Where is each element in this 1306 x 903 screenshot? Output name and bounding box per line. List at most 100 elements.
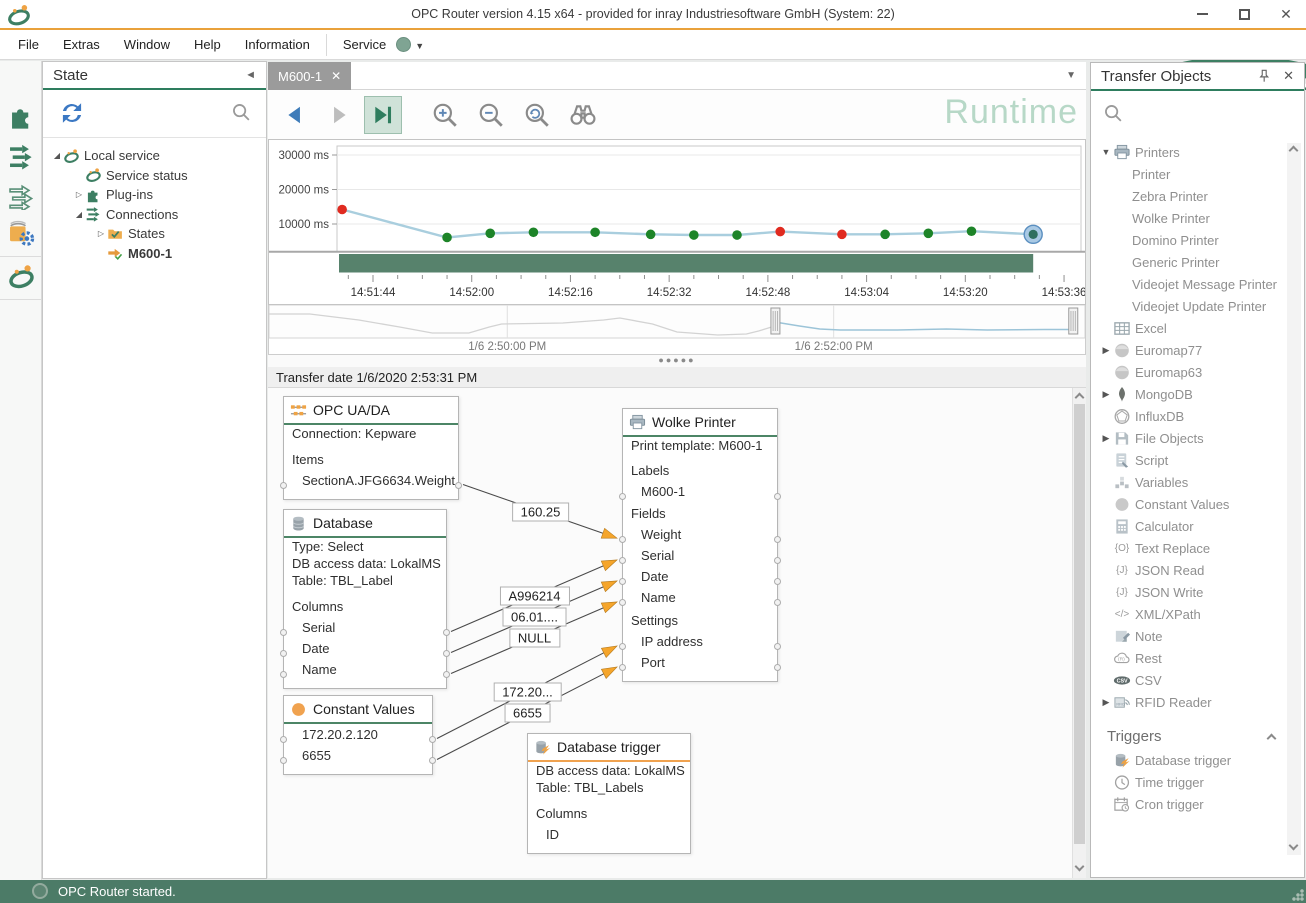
menu-item-extras[interactable]: Extras [51,30,112,60]
opc-router-logo-icon[interactable] [8,263,35,290]
transfer-object-cron-trigger[interactable]: Cron trigger [1091,793,1287,815]
output-port[interactable] [443,650,450,657]
menu-item-service[interactable]: Service▼ [331,30,436,60]
menu-item-window[interactable]: Window [112,30,182,60]
expander-icon[interactable]: ▶ [1099,697,1113,708]
flow-node-cv[interactable]: Constant Values172.20.2.1206655 [283,695,433,775]
panel-close-icon[interactable]: ✕ [1283,68,1294,84]
zoom-out-button[interactable] [472,96,510,134]
resize-grip[interactable] [1292,889,1304,901]
skip-to-latest-button[interactable] [364,96,402,134]
triggers-section-header[interactable]: Triggers [1091,713,1287,749]
input-port[interactable] [280,482,287,489]
transfer-object-wolke-printer[interactable]: Wolke Printer [1091,207,1287,229]
transfer-object-generic-printer[interactable]: Generic Printer [1091,251,1287,273]
input-port[interactable] [619,493,626,500]
transfer-object-influxdb[interactable]: InfluxDB [1091,405,1287,427]
input-port[interactable] [619,557,626,564]
menu-item-help[interactable]: Help [182,30,233,60]
search-icon[interactable] [231,102,252,123]
find-button[interactable] [564,96,602,134]
input-port[interactable] [619,599,626,606]
output-port[interactable] [774,643,781,650]
state-tree-item-local-service[interactable]: ◢Local service [43,146,266,166]
transfer-object-domino-printer[interactable]: Domino Printer [1091,229,1287,251]
output-port[interactable] [429,736,436,743]
refresh-icon[interactable] [59,100,85,126]
output-port[interactable] [774,599,781,606]
nav-back-button[interactable] [276,96,314,134]
input-port[interactable] [280,671,287,678]
output-port[interactable] [774,536,781,543]
flow-node-wolke[interactable]: Wolke PrinterPrint template: M600-1Label… [622,408,778,682]
transfer-object-script[interactable]: Script [1091,449,1287,471]
transfer-object-mongodb[interactable]: ▶MongoDB [1091,383,1287,405]
state-tree-item-m600-1[interactable]: M600-1 [43,244,266,264]
flow-node-db[interactable]: DatabaseType: SelectDB access data: Loka… [283,509,447,689]
output-port[interactable] [429,757,436,764]
panel-scrollbar[interactable] [1287,143,1301,855]
expander-icon[interactable]: ▶ [1099,345,1113,356]
service-dropdown-icon[interactable]: ▼ [415,41,424,51]
tab-list-dropdown-icon[interactable]: ▼ [1066,70,1076,81]
transfer-object-printer[interactable]: Printer [1091,163,1287,185]
transfer-object-euromap63[interactable]: Euromap63 [1091,361,1287,383]
splitter-handle[interactable]: ●●●●● [268,355,1086,367]
template-connections-icon[interactable] [8,183,35,210]
zoom-reset-button[interactable] [518,96,556,134]
transfer-object-json-write[interactable]: {J}JSON Write [1091,581,1287,603]
input-port[interactable] [619,536,626,543]
transfer-object-excel[interactable]: Excel [1091,317,1287,339]
expander-icon[interactable]: ▷ [95,229,107,238]
input-port[interactable] [619,578,626,585]
output-port[interactable] [774,578,781,585]
flow-node-opc[interactable]: OPC UA/DAConnection: KepwareItemsSection… [283,396,459,500]
output-port[interactable] [443,629,450,636]
transfer-object-text-replace[interactable]: {O}Text Replace [1091,537,1287,559]
tab-m600-1[interactable]: M600-1 ✕ [268,62,351,90]
zoom-in-button[interactable] [426,96,464,134]
input-port[interactable] [280,650,287,657]
transfer-object-calculator[interactable]: Calculator [1091,515,1287,537]
input-port[interactable] [280,757,287,764]
output-port[interactable] [774,664,781,671]
close-button[interactable]: ✕ [1272,2,1300,26]
menu-item-file[interactable]: File [6,30,51,60]
transfer-object-zebra-printer[interactable]: Zebra Printer [1091,185,1287,207]
transfer-object-database-trigger[interactable]: Database trigger [1091,749,1287,771]
timeline-overview[interactable]: 1/6 2:50:00 PM1/6 2:52:00 PM [268,305,1086,355]
transfer-object-json-read[interactable]: {J}JSON Read [1091,559,1287,581]
state-tree-item-states[interactable]: ▷States [43,224,266,244]
transfer-object-constant-values[interactable]: Constant Values [1091,493,1287,515]
transfer-object-videojet-update-printer[interactable]: Videojet Update Printer [1091,295,1287,317]
transfer-object-euromap77[interactable]: ▶Euromap77 [1091,339,1287,361]
collapse-section-icon[interactable] [1267,734,1277,744]
input-port[interactable] [619,664,626,671]
output-port[interactable] [774,557,781,564]
connections-icon[interactable] [8,143,35,170]
plugins-icon[interactable] [8,103,35,130]
expander-icon[interactable]: ◢ [51,151,63,160]
minimize-button[interactable] [1188,2,1216,26]
transfer-object-variables[interactable]: Variables [1091,471,1287,493]
transfer-object-file-objects[interactable]: ▶File Objects [1091,427,1287,449]
state-tree-item-connections[interactable]: ◢Connections [43,205,266,225]
pin-icon[interactable] [1257,69,1271,83]
output-port[interactable] [774,493,781,500]
transfer-object-printers[interactable]: ▼Printers [1091,141,1287,163]
input-port[interactable] [280,736,287,743]
transfer-object-time-trigger[interactable]: Time trigger [1091,771,1287,793]
transfer-object-csv[interactable]: CSVCSV [1091,669,1287,691]
transfer-object-xml-xpath[interactable]: </>XML/XPath [1091,603,1287,625]
transfer-objects-search[interactable] [1091,93,1304,137]
transfer-object-rest[interactable]: (R)Rest [1091,647,1287,669]
expander-icon[interactable]: ▶ [1099,389,1113,400]
transfer-object-videojet-message-printer[interactable]: Videojet Message Printer [1091,273,1287,295]
maximize-button[interactable] [1230,2,1258,26]
tab-close-icon[interactable]: ✕ [331,69,341,83]
nav-forward-button[interactable] [320,96,358,134]
menu-item-information[interactable]: Information [233,30,322,60]
output-port[interactable] [455,482,462,489]
output-port[interactable] [443,671,450,678]
collapse-panel-icon[interactable]: ◄ [245,69,256,81]
